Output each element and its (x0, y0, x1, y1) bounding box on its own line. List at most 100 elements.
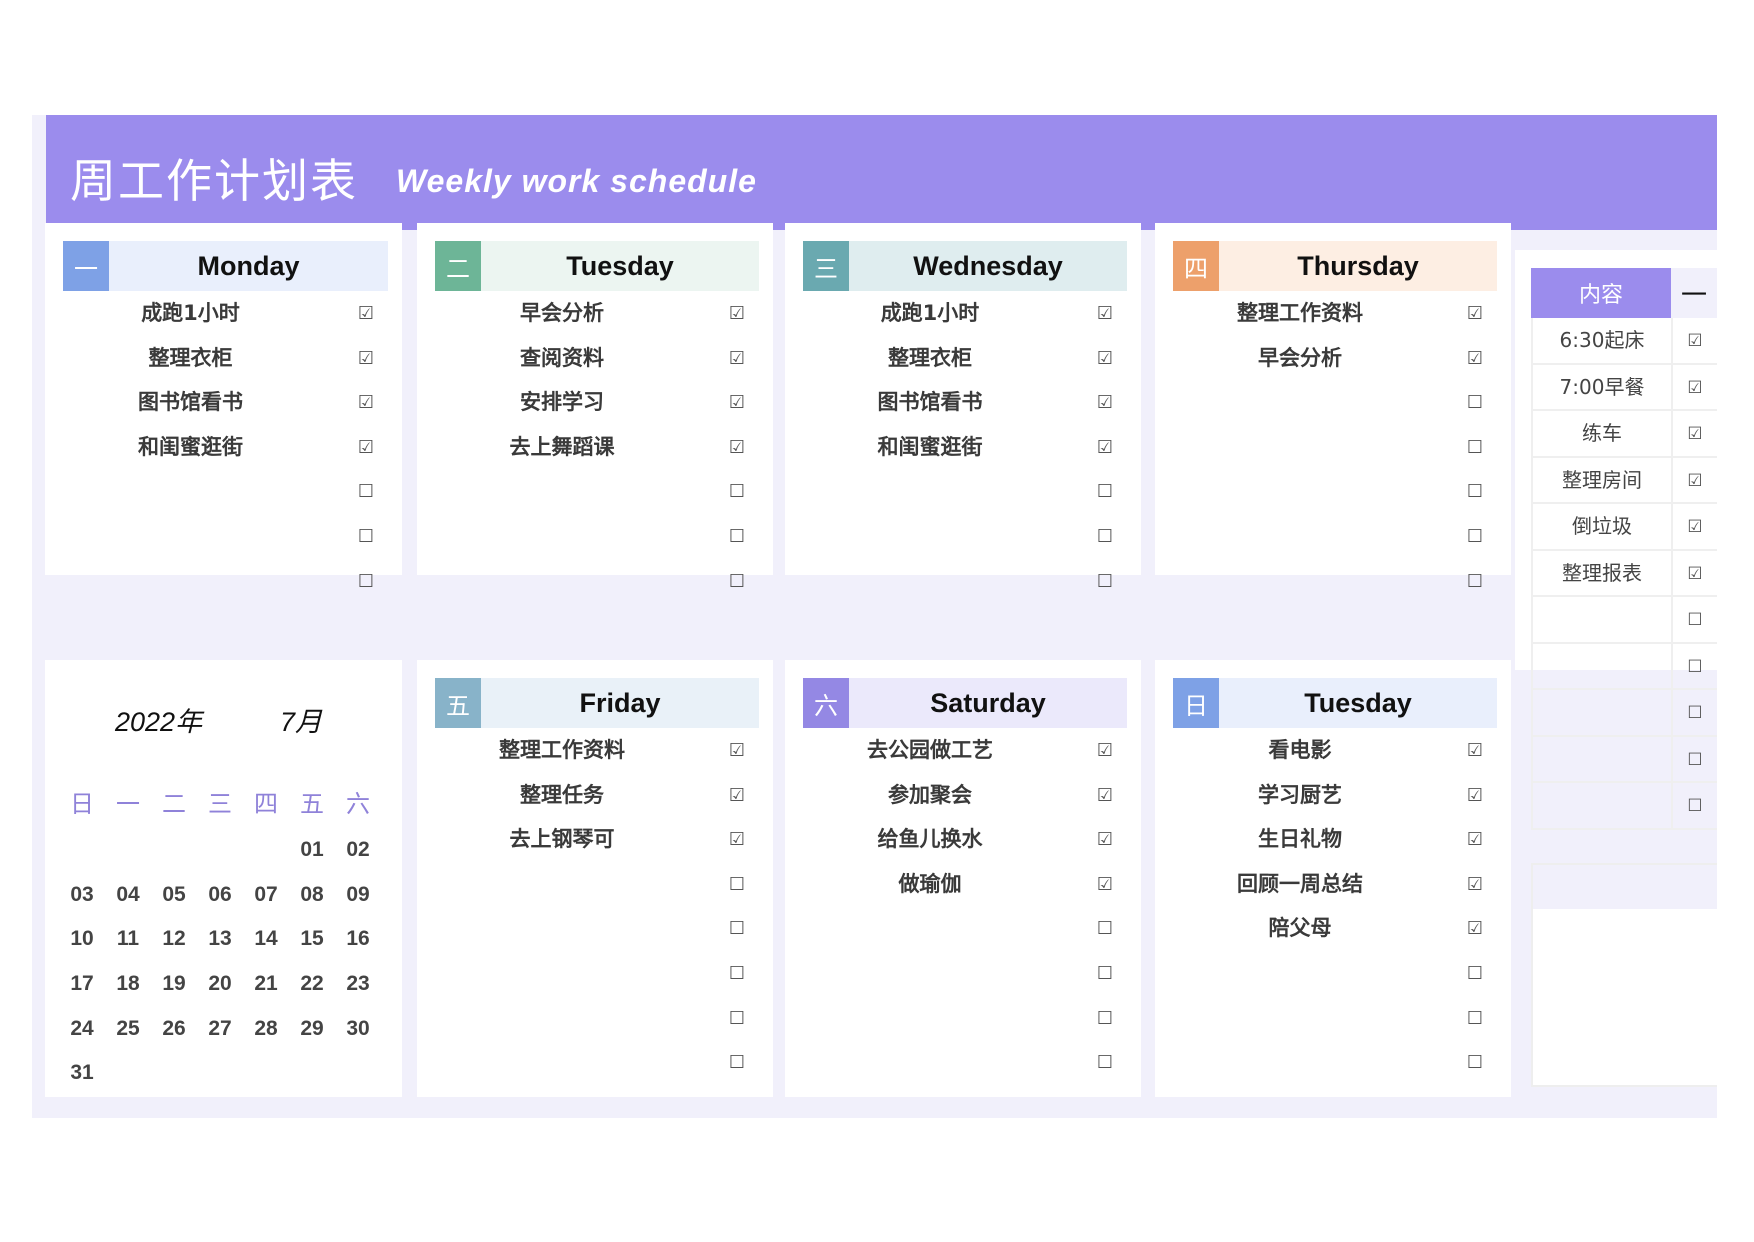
task-text[interactable]: 看电影 (1173, 728, 1427, 772)
calendar-date[interactable]: 10 (59, 917, 105, 962)
checked-box-icon[interactable]: ☑ (1673, 318, 1717, 363)
task-text[interactable] (1173, 514, 1427, 558)
unchecked-box-icon[interactable]: ☐ (1097, 1040, 1113, 1084)
task-text[interactable] (435, 951, 689, 995)
task-text[interactable]: 陪父母 (1173, 906, 1427, 950)
calendar-date[interactable]: 27 (197, 1007, 243, 1052)
task-text[interactable]: 和闺蜜逛街 (803, 425, 1057, 469)
checked-box-icon[interactable]: ☑ (358, 291, 374, 335)
routine-text[interactable] (1533, 736, 1673, 781)
routine-text[interactable] (1533, 597, 1673, 642)
checked-box-icon[interactable]: ☑ (729, 380, 745, 424)
calendar-date[interactable]: 19 (151, 962, 197, 1007)
calendar-date[interactable]: 01 (289, 828, 335, 873)
task-text[interactable]: 图书馆看书 (803, 380, 1057, 424)
calendar-date[interactable]: 28 (243, 1007, 289, 1052)
task-text[interactable]: 整理衣柜 (803, 336, 1057, 380)
checked-box-icon[interactable]: ☑ (1097, 773, 1113, 817)
task-text[interactable]: 成跑1小时 (63, 291, 318, 335)
task-text[interactable] (1173, 380, 1427, 424)
checked-box-icon[interactable]: ☑ (729, 336, 745, 380)
calendar-date[interactable]: 12 (151, 917, 197, 962)
calendar-date[interactable]: 30 (335, 1007, 381, 1052)
unchecked-box-icon[interactable]: ☐ (1467, 996, 1483, 1040)
unchecked-box-icon[interactable]: ☐ (729, 862, 745, 906)
checked-box-icon[interactable]: ☑ (358, 425, 374, 469)
unchecked-box-icon[interactable]: ☐ (729, 951, 745, 995)
task-text[interactable]: 整理工作资料 (435, 728, 689, 772)
calendar-date[interactable]: 20 (197, 962, 243, 1007)
checked-box-icon[interactable]: ☑ (358, 336, 374, 380)
calendar-date[interactable]: 06 (197, 873, 243, 918)
task-text[interactable] (435, 559, 689, 603)
routine-text[interactable]: 7:00早餐 (1533, 364, 1673, 409)
calendar-date[interactable]: 25 (105, 1007, 151, 1052)
unchecked-box-icon[interactable]: ☐ (729, 559, 745, 603)
calendar-date[interactable]: 26 (151, 1007, 197, 1052)
calendar-date[interactable]: 24 (59, 1007, 105, 1052)
checked-box-icon[interactable]: ☑ (1097, 728, 1113, 772)
calendar-date[interactable]: 15 (289, 917, 335, 962)
task-text[interactable] (1173, 1040, 1427, 1084)
unchecked-box-icon[interactable]: ☐ (729, 469, 745, 513)
task-text[interactable]: 做瑜伽 (803, 862, 1057, 906)
checked-box-icon[interactable]: ☑ (1467, 817, 1483, 861)
unchecked-box-icon[interactable]: ☐ (358, 514, 374, 558)
routine-text[interactable]: 整理报表 (1533, 550, 1673, 595)
checked-box-icon[interactable]: ☑ (729, 425, 745, 469)
task-text[interactable] (803, 514, 1057, 558)
calendar-date[interactable]: 22 (289, 962, 335, 1007)
task-text[interactable] (1173, 559, 1427, 603)
unchecked-box-icon[interactable]: ☐ (1467, 425, 1483, 469)
task-text[interactable]: 学习厨艺 (1173, 773, 1427, 817)
unchecked-box-icon[interactable]: ☐ (1097, 906, 1113, 950)
checked-box-icon[interactable]: ☑ (1467, 862, 1483, 906)
unchecked-box-icon[interactable]: ☐ (1097, 951, 1113, 995)
unchecked-box-icon[interactable]: ☐ (1467, 380, 1483, 424)
unchecked-box-icon[interactable]: ☐ (1673, 644, 1717, 689)
calendar-date[interactable]: 11 (105, 917, 151, 962)
checked-box-icon[interactable]: ☑ (1097, 425, 1113, 469)
checked-box-icon[interactable]: ☑ (1673, 458, 1717, 503)
unchecked-box-icon[interactable]: ☐ (729, 514, 745, 558)
unchecked-box-icon[interactable]: ☐ (1097, 996, 1113, 1040)
calendar-date[interactable]: 09 (335, 873, 381, 918)
task-text[interactable]: 图书馆看书 (63, 380, 318, 424)
task-text[interactable]: 早会分析 (435, 291, 689, 335)
task-text[interactable]: 生日礼物 (1173, 817, 1427, 861)
calendar-date[interactable]: 17 (59, 962, 105, 1007)
checked-box-icon[interactable]: ☑ (729, 773, 745, 817)
checked-box-icon[interactable]: ☑ (1467, 728, 1483, 772)
calendar-date[interactable]: 21 (243, 962, 289, 1007)
task-text[interactable]: 整理衣柜 (63, 336, 318, 380)
calendar-date[interactable]: 13 (197, 917, 243, 962)
task-text[interactable] (803, 996, 1057, 1040)
task-text[interactable] (803, 1040, 1057, 1084)
checked-box-icon[interactable]: ☑ (1097, 291, 1113, 335)
task-text[interactable]: 和闺蜜逛街 (63, 425, 318, 469)
calendar-date[interactable]: 31 (59, 1051, 105, 1096)
unchecked-box-icon[interactable]: ☐ (1467, 1040, 1483, 1084)
unchecked-box-icon[interactable]: ☐ (729, 1040, 745, 1084)
calendar-date[interactable]: 08 (289, 873, 335, 918)
checked-box-icon[interactable]: ☑ (1097, 862, 1113, 906)
unchecked-box-icon[interactable]: ☐ (1673, 737, 1717, 782)
task-text[interactable] (63, 514, 318, 558)
calendar-date[interactable]: 07 (243, 873, 289, 918)
task-text[interactable] (1173, 425, 1427, 469)
checked-box-icon[interactable]: ☑ (729, 291, 745, 335)
task-text[interactable] (435, 514, 689, 558)
unchecked-box-icon[interactable]: ☐ (1467, 514, 1483, 558)
task-text[interactable]: 查阅资料 (435, 336, 689, 380)
calendar-date[interactable]: 29 (289, 1007, 335, 1052)
checked-box-icon[interactable]: ☑ (1467, 291, 1483, 335)
checked-box-icon[interactable]: ☑ (1673, 504, 1717, 549)
task-text[interactable] (1173, 469, 1427, 513)
task-text[interactable]: 整理任务 (435, 773, 689, 817)
checked-box-icon[interactable]: ☑ (1097, 817, 1113, 861)
task-text[interactable] (435, 1040, 689, 1084)
task-text[interactable] (803, 559, 1057, 603)
task-text[interactable]: 回顾一周总结 (1173, 862, 1427, 906)
checked-box-icon[interactable]: ☑ (1097, 336, 1113, 380)
unchecked-box-icon[interactable]: ☐ (1097, 514, 1113, 558)
